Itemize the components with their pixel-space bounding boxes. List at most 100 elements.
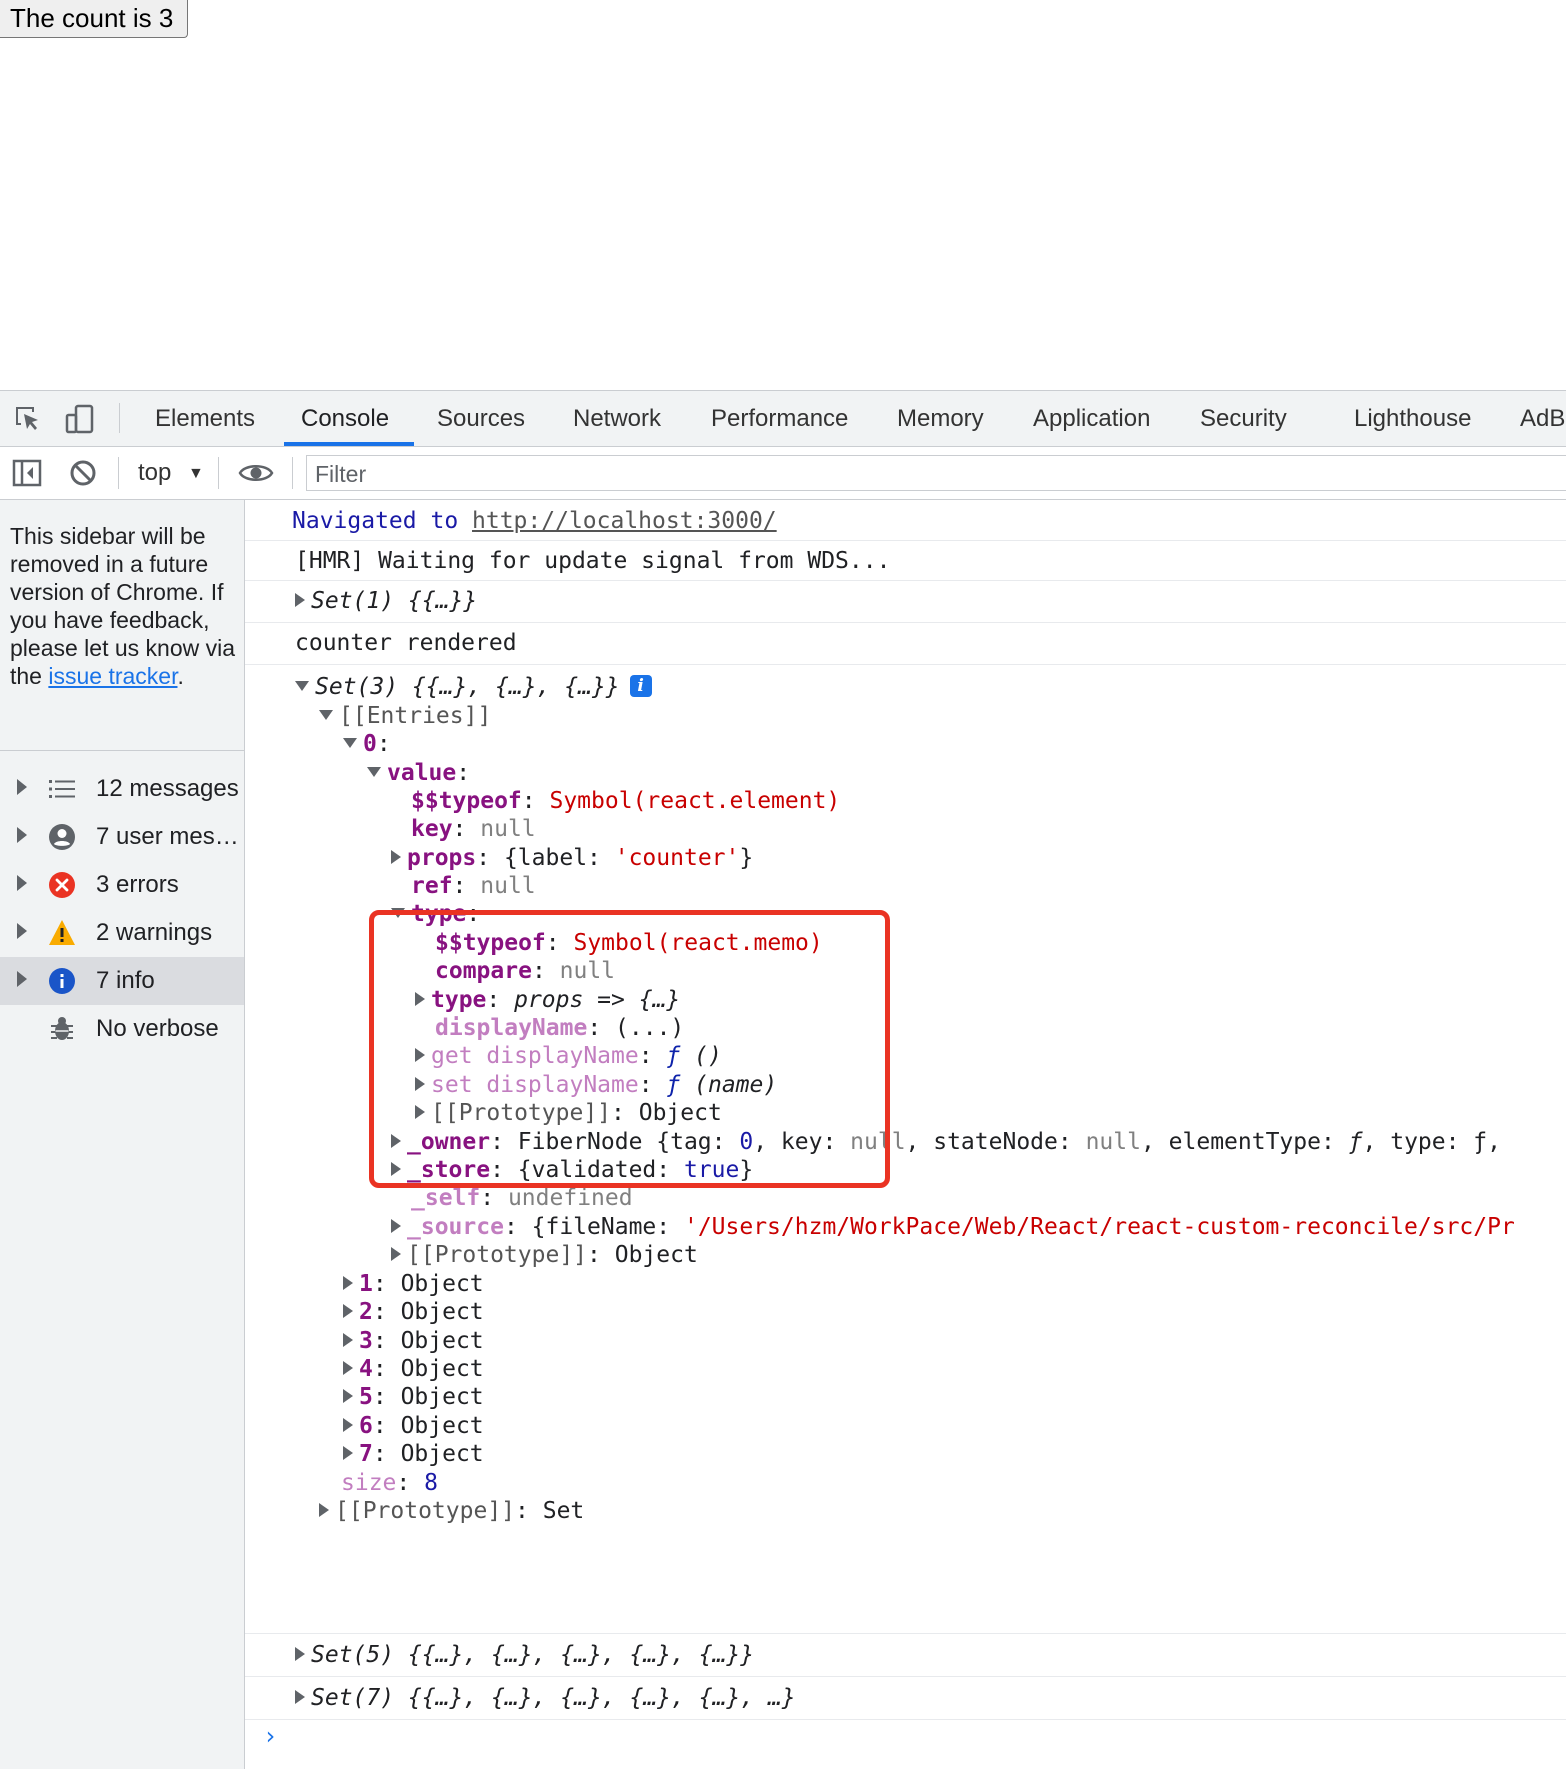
prop-number: 8	[424, 1470, 438, 1496]
size-line: size: 8	[341, 1470, 438, 1496]
prop-value: Symbol(react.element)	[549, 788, 841, 814]
expand-arrow-icon	[295, 592, 305, 607]
inspect-element-icon[interactable]	[12, 403, 44, 435]
tab-console[interactable]: Console	[301, 391, 389, 446]
expand-arrow-icon	[391, 1246, 401, 1261]
entry-value: Object	[400, 1299, 484, 1325]
sidebar-item-messages[interactable]: 12 messages	[0, 765, 244, 813]
entry-index: 4	[359, 1356, 373, 1382]
set3-line[interactable]: Set(3) {{…}, {…}, {…}} i	[295, 672, 652, 702]
prop-key: value	[387, 760, 457, 786]
get-displayname-line[interactable]: get displayName: ƒ ()	[415, 1041, 722, 1071]
entry-5-line[interactable]: 5: Object	[343, 1382, 484, 1412]
type-line[interactable]: type:	[391, 899, 480, 929]
entry-2-line[interactable]: 2: Object	[343, 1297, 484, 1327]
console-output[interactable]: Navigated to http://localhost:3000/ [HMR…	[245, 500, 1566, 1769]
prop-value: Symbol(react.memo)	[573, 930, 823, 956]
console-message-set3[interactable]: Set(3) {{…}, {…}, {…}} i [[Entries]] 0: v…	[245, 664, 1566, 1634]
props-line[interactable]: props: {label: 'counter'}	[391, 843, 753, 873]
prop-value: }	[739, 845, 754, 871]
self-line: _self: undefined	[411, 1185, 633, 1211]
context-selector[interactable]: top ▼	[138, 447, 204, 499]
tab-elements[interactable]: Elements	[155, 391, 255, 446]
console-message-set1[interactable]: Set(1) {{…}}	[245, 580, 1566, 623]
filter-input[interactable]: Filter	[306, 455, 1566, 491]
prop-key: _store	[407, 1157, 491, 1183]
counter-text: counter rendered	[295, 630, 517, 656]
source-line[interactable]: _source: {fileName: '/Users/hzm/WorkPace…	[391, 1212, 1515, 1242]
entry-7-line[interactable]: 7: Object	[343, 1439, 484, 1469]
entry-6-line[interactable]: 6: Object	[343, 1411, 484, 1441]
set1-line[interactable]: Set(1) {{…}}	[295, 586, 477, 616]
console-prompt-icon[interactable]: ›	[263, 1722, 277, 1750]
set5-line[interactable]: Set(5) {{…}, {…}, {…}, {…}, {…}}	[295, 1640, 754, 1670]
entries-line[interactable]: [[Entries]]	[319, 701, 491, 731]
user-icon	[49, 824, 75, 850]
sidebar-item-verbose[interactable]: No verbose	[0, 1005, 244, 1053]
sidebar-item-label: 3 errors	[96, 871, 179, 898]
displayname-line[interactable]: displayName: (...)	[435, 1013, 684, 1043]
entry-1-line[interactable]: 1: Object	[343, 1269, 484, 1299]
tab-security[interactable]: Security	[1200, 391, 1287, 446]
ref-line: ref: null	[411, 873, 536, 899]
context-label: top	[138, 459, 172, 486]
key-line: key: null	[411, 816, 536, 842]
prop-key: [[Prototype]]	[335, 1498, 516, 1524]
sidebar-item-user-messages[interactable]: 7 user mes…	[0, 813, 244, 861]
entry-index: 2	[359, 1299, 373, 1325]
prop-string: 'counter'	[614, 845, 740, 871]
count-button[interactable]: The count is 3	[0, 0, 189, 38]
device-toolbar-icon[interactable]	[64, 403, 96, 435]
console-sidebar: This sidebar will be removed in a future…	[0, 500, 245, 1769]
prop-value: (...)	[615, 1015, 685, 1041]
tab-network[interactable]: Network	[573, 391, 661, 446]
navigation-url-link[interactable]: http://localhost:3000/	[472, 508, 777, 534]
entry-index: 1	[359, 1271, 373, 1297]
sidebar-item-label: 2 warnings	[96, 919, 213, 946]
tab-application[interactable]: Application	[1033, 391, 1150, 446]
prop-value: null	[480, 816, 536, 842]
console-message-set5[interactable]: Set(5) {{…}, {…}, {…}, {…}, {…}}	[245, 1633, 1566, 1677]
prop-value: Set	[542, 1498, 585, 1524]
tab-performance[interactable]: Performance	[711, 391, 848, 446]
tab-lighthouse[interactable]: Lighthouse	[1354, 391, 1471, 446]
expand-arrow-icon	[17, 923, 27, 939]
expand-arrow-icon	[343, 1445, 353, 1460]
prop-value: Object	[614, 1242, 698, 1268]
value-line[interactable]: value:	[367, 758, 470, 788]
sidebar-item-info[interactable]: 7 info	[0, 957, 244, 1005]
set7-line[interactable]: Set(7) {{…}, {…}, {…}, {…}, {…}, …}	[295, 1683, 796, 1713]
entry-4-line[interactable]: 4: Object	[343, 1354, 484, 1384]
console-message-set7[interactable]: Set(7) {{…}, {…}, {…}, {…}, {…}, …}	[245, 1676, 1566, 1720]
entry-3-line[interactable]: 3: Object	[343, 1326, 484, 1356]
note-end: .	[177, 663, 184, 689]
console-toolbar: top ▼ Filter	[0, 447, 1566, 500]
inner-type-line[interactable]: type: props => {…}	[415, 985, 680, 1015]
issue-tracker-link[interactable]: issue tracker	[48, 663, 177, 689]
entry-0-line[interactable]: 0:	[343, 729, 391, 759]
sidebar-item-errors[interactable]: 3 errors	[0, 861, 244, 909]
entry-value: Object	[400, 1271, 484, 1297]
set-prototype-line[interactable]: [[Prototype]]: Set	[319, 1496, 584, 1526]
prop-value: null	[480, 873, 536, 899]
tab-memory[interactable]: Memory	[897, 391, 984, 446]
set-displayname-line[interactable]: set displayName: ƒ (name)	[415, 1070, 777, 1100]
tab-adb[interactable]: AdB	[1520, 391, 1565, 446]
sidebar-item-warnings[interactable]: 2 warnings	[0, 909, 244, 957]
prop-value: Object	[638, 1100, 722, 1126]
clear-console-icon[interactable]	[68, 458, 98, 488]
expand-arrow-icon	[343, 1275, 353, 1290]
owner-line[interactable]: _owner: FiberNode {tag: 0, key: null, st…	[391, 1127, 1501, 1157]
entry-value: Object	[400, 1441, 484, 1467]
live-expression-eye-icon[interactable]	[238, 459, 274, 487]
value-prototype-line[interactable]: [[Prototype]]: Object	[391, 1240, 698, 1270]
info-badge-icon[interactable]: i	[629, 674, 652, 697]
entry-index: 5	[359, 1384, 373, 1410]
function-symbol: ƒ	[1348, 1129, 1363, 1155]
typeof-line: $$typeof: Symbol(react.element)	[411, 788, 841, 814]
store-line[interactable]: _store: {validated: true}	[391, 1155, 753, 1185]
sidebar-toggle-icon[interactable]	[12, 458, 42, 488]
type-prototype-line[interactable]: [[Prototype]]: Object	[415, 1098, 722, 1128]
prop-value: {fileName:	[531, 1214, 684, 1240]
tab-sources[interactable]: Sources	[437, 391, 525, 446]
